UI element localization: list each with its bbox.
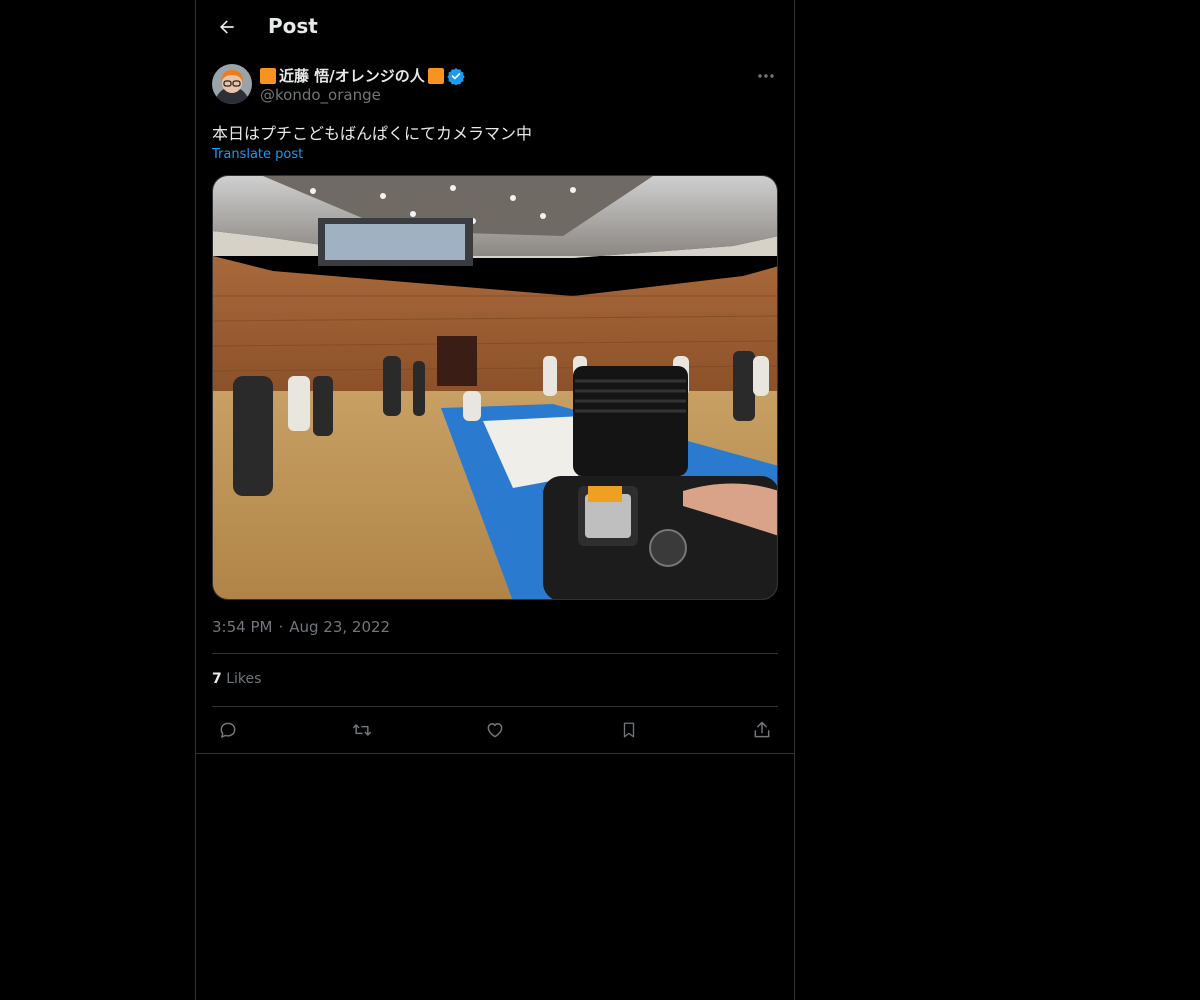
page-title: Post bbox=[268, 14, 318, 38]
translate-link[interactable]: Translate post bbox=[212, 147, 303, 162]
repost-icon bbox=[352, 724, 371, 736]
post-text: 本日はプチこどもばんぱくにてカメラマン中 bbox=[212, 124, 533, 143]
like-button[interactable] bbox=[479, 714, 511, 746]
likes-count: 7 bbox=[212, 671, 222, 687]
bookmark-button[interactable] bbox=[613, 714, 645, 746]
reply-button[interactable] bbox=[212, 714, 244, 746]
main-column: Post 近藤 悟/オレンジの人 @kondo_orange 本日はプチこどもば… bbox=[195, 0, 795, 1000]
post-timestamp[interactable]: 3:54 PM · Aug 23, 2022 bbox=[212, 618, 390, 636]
bookmark-icon bbox=[623, 722, 634, 738]
post-bottom-border bbox=[196, 753, 794, 754]
share-icon bbox=[754, 721, 770, 738]
user-handle[interactable]: @kondo_orange bbox=[260, 86, 381, 104]
orange-square-icon bbox=[427, 67, 444, 84]
post-author: 近藤 悟/オレンジの人 @kondo_orange bbox=[212, 64, 778, 108]
avatar[interactable] bbox=[212, 64, 252, 104]
more-horizontal-icon bbox=[758, 74, 774, 78]
orange-square-icon bbox=[260, 67, 276, 84]
page-header: Post bbox=[196, 0, 794, 54]
reply-icon bbox=[220, 722, 236, 738]
share-button[interactable] bbox=[746, 714, 778, 746]
arrow-left-icon bbox=[220, 20, 234, 34]
heart-icon bbox=[487, 723, 503, 738]
display-name[interactable]: 近藤 悟/オレンジの人 bbox=[260, 65, 465, 86]
display-name-text: 近藤 悟/オレンジの人 bbox=[279, 67, 425, 85]
timestamp-separator: · bbox=[278, 618, 284, 636]
likes-label: Likes bbox=[226, 671, 262, 687]
post-date: Aug 23, 2022 bbox=[289, 618, 391, 636]
post-image[interactable] bbox=[212, 175, 778, 600]
divider bbox=[212, 706, 778, 707]
likes-stat[interactable]: 7 Likes bbox=[212, 671, 261, 687]
back-button[interactable] bbox=[212, 12, 242, 42]
more-button[interactable] bbox=[754, 66, 778, 86]
verified-badge-icon bbox=[447, 67, 465, 85]
divider bbox=[212, 653, 778, 654]
action-bar bbox=[212, 714, 778, 746]
post-time: 3:54 PM bbox=[212, 618, 273, 636]
repost-button[interactable] bbox=[346, 714, 378, 746]
